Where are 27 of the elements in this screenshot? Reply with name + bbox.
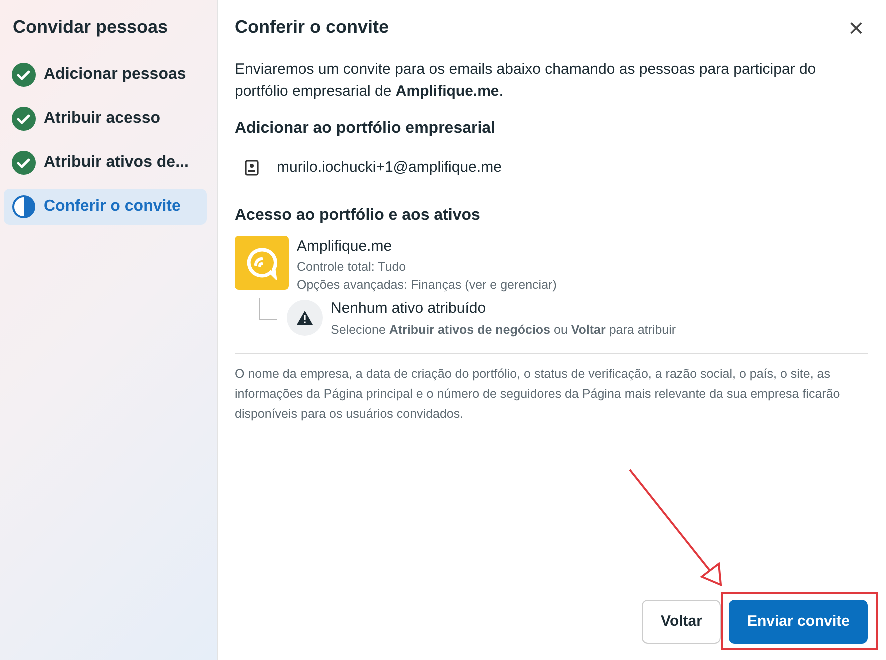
dialog-title: Conferir o convite (235, 16, 390, 39)
section-heading: Adicionar ao portfólio empresarial (235, 119, 496, 139)
close-button[interactable]: × (844, 14, 868, 40)
check-circle-icon (12, 63, 36, 87)
check-circle-icon (12, 151, 36, 175)
check-circle-icon (12, 107, 36, 131)
intro-text: Enviaremos um convite para os emails abaixo chamando as pessoas para participar do portfólio empresarial de Amplifique.me. (235, 60, 818, 102)
step-item[interactable]: Adicionar pessoas (4, 57, 207, 93)
disclaimer-text: O nome da empresa, a data de criação do portfólio, o status de verificação, a razão social, o país, o site, as informações da Página principal e o número de seguidores da Página mais relevante da sua empresa ficarão disponíveis para os usuários convidados. (235, 352, 868, 424)
access-detail: Controle total: Tudo (297, 259, 408, 276)
tree-connector (259, 298, 277, 320)
amplifique-logo-icon (235, 236, 289, 290)
half-circle-icon (12, 195, 36, 219)
step-item[interactable]: Atribuir ativos de... (4, 145, 207, 181)
step-item[interactable]: Conferir o convite (4, 189, 207, 225)
back-button[interactable]: Voltar (642, 600, 722, 644)
portfolio-name: Amplifique.me (297, 236, 394, 256)
warning-icon (287, 300, 323, 336)
sidebar-title: Convidar pessoas (13, 16, 170, 39)
section-heading: Acesso ao portfólio e aos ativos (235, 206, 482, 226)
assets-hint: Selecione Atribuir ativos de negócios ou Voltar para atribuir (331, 322, 676, 338)
send-invite-button[interactable]: Enviar convite (729, 600, 868, 644)
assets-status: Nenhum ativo atribuído (331, 299, 488, 319)
email-address: murilo.iochucki+1@amplifique.me (277, 158, 502, 178)
contact-card-icon (245, 160, 259, 176)
step-item[interactable]: Atribuir acesso (4, 101, 207, 137)
access-detail: Opções avançadas: Finanças (ver e gerenciar) (297, 277, 557, 294)
